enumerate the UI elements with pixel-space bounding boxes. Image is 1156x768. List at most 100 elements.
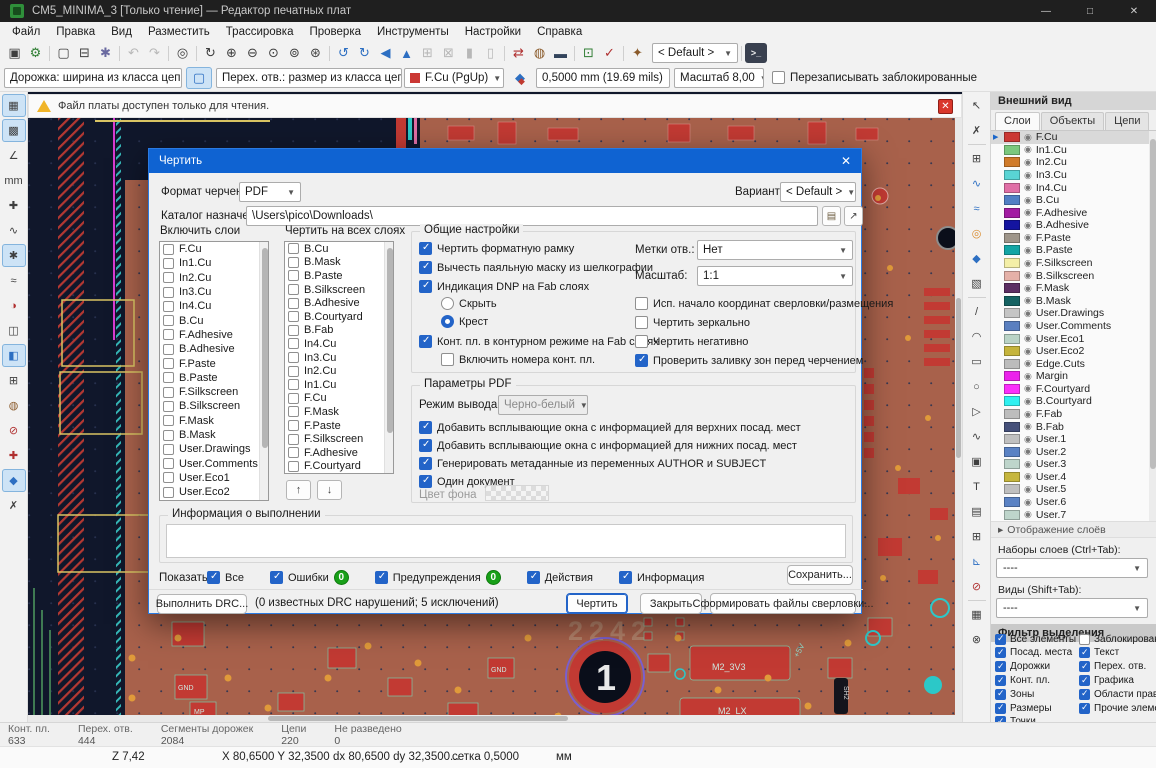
layer-row[interactable]: ▶ ◉ F.Fab (991, 408, 1149, 421)
layer-color-swatch[interactable] (1004, 308, 1020, 318)
zoom-select[interactable]: Масштаб 8,00▼ (674, 68, 764, 88)
layer-color-swatch[interactable] (1004, 472, 1020, 482)
layer-color-swatch[interactable] (1004, 271, 1020, 281)
layer-color-swatch[interactable] (1004, 170, 1020, 180)
layer-row[interactable]: ▶ ◉ B.Fab (991, 420, 1149, 433)
layer-row[interactable]: ▶ ◉ F.Adhesive (991, 206, 1149, 219)
mirror-button[interactable]: ▲ (396, 43, 417, 63)
layer-color-swatch[interactable] (1004, 359, 1020, 369)
layer-checkbox-row[interactable]: User.Drawings (160, 442, 268, 456)
layer-checkbox-row[interactable]: In2.Cu (285, 364, 393, 378)
layer-row[interactable]: ▶ ◉ User.4 (991, 471, 1149, 484)
rotate-cw-button[interactable]: ↻ (354, 43, 375, 63)
dnp-indication-checkbox[interactable]: Индикация DNP на Fab слоях (419, 280, 589, 293)
layer-checkbox-row[interactable]: B.Cu (285, 242, 393, 256)
layer-color-swatch[interactable] (1004, 258, 1020, 268)
layer-checkbox-row[interactable]: In2.Cu (160, 271, 268, 285)
grid-overrides-toggle[interactable]: ▩ (2, 119, 26, 142)
dim-layers-toggle[interactable]: ◫ (2, 319, 26, 342)
include-layers-list[interactable]: F.Cu In1.Cu In2.Cu In3.Cu In4.Cu B.Cu F.… (159, 241, 269, 501)
layer-row[interactable]: ▶ ◉ User.6 (991, 496, 1149, 509)
sketch-pads-checkbox[interactable]: Конт. пл. в контурном режиме на Fab слоя… (419, 335, 659, 348)
layer-display-options[interactable]: ▸ Отображение слоёв (991, 521, 1156, 538)
draw-bezier-tool[interactable]: ∿ (965, 425, 989, 448)
via-size-select[interactable]: Перех. отв.: размер из класса цепей▼ (216, 68, 402, 88)
layer-checkbox-row[interactable]: User.Comments (160, 456, 268, 470)
layer-color-swatch[interactable] (1004, 434, 1020, 444)
layers-list[interactable]: ▶ ◉ F.Cu ▶ ◉ In1.Cu ▶ ◉ In2.Cu ▶ ◉ In3.C… (991, 131, 1149, 521)
layer-color-swatch[interactable] (1004, 346, 1020, 356)
update-pcb-button[interactable]: ⊡ (578, 43, 599, 63)
layer-color-swatch[interactable] (1004, 283, 1020, 293)
local-ratsnest-tool[interactable]: ✗ (965, 119, 989, 142)
layer-color-swatch[interactable] (1004, 183, 1020, 193)
filter-checkbox[interactable]: Области правил (1079, 688, 1155, 700)
plot-frame-checkbox[interactable]: Чертить форматную рамку (419, 242, 574, 255)
layer-row[interactable]: ▶ ◉ User.3 (991, 458, 1149, 471)
layer-color-swatch[interactable] (1004, 371, 1020, 381)
layer-color-swatch[interactable] (1004, 132, 1020, 142)
net-color-mode-toggle[interactable]: ◑ (2, 294, 26, 317)
select-tool[interactable]: ↖ (965, 94, 989, 117)
variant-select[interactable]: < Default > ▼ (652, 43, 738, 63)
presets-select[interactable]: ----▼ (996, 558, 1148, 578)
canvas-vertical-scrollbar[interactable] (955, 118, 962, 722)
generate-drill-files-button[interactable]: Сформировать файлы сверловки... (710, 593, 856, 614)
layer-row[interactable]: ▶ ◉ B.Courtyard (991, 395, 1149, 408)
layer-row[interactable]: ▶ ◉ F.Courtyard (991, 383, 1149, 396)
high-contrast-toggle[interactable]: ◧ (2, 344, 26, 367)
mirror-plot-checkbox[interactable]: Чертить зеркально (635, 316, 750, 329)
layer-checkbox-row[interactable]: B.Silkscreen (285, 283, 393, 297)
layer-row[interactable]: ▶ ◉ F.Cu (991, 131, 1149, 144)
menu-item[interactable]: Разместить (140, 26, 218, 38)
draw-line-tool[interactable]: / (965, 300, 989, 323)
filter-checkbox[interactable]: Заблокированные (1079, 633, 1155, 645)
visibility-eye-icon[interactable]: ◉ (1024, 295, 1032, 306)
grid-visibility-toggle[interactable]: ▦ (2, 94, 26, 117)
appearance-tab[interactable]: Цепи (1105, 112, 1149, 130)
run-drc-button[interactable]: Выполнить DRC... (157, 594, 247, 614)
filter-checkbox[interactable]: Конт. пл. (995, 674, 1079, 686)
layer-presentation-toggle[interactable]: ◆ (2, 469, 26, 492)
zoom-selection-button[interactable]: ⊛ (305, 43, 326, 63)
layer-color-swatch[interactable] (1004, 497, 1020, 507)
switch-to-schematic-button[interactable]: ⇄ (508, 43, 529, 63)
plot-on-all-list[interactable]: B.Cu B.Mask B.Paste B.Silkscreen B.Adhes… (284, 241, 394, 474)
filter-checkbox[interactable]: Посад. места (995, 647, 1079, 659)
layer-color-swatch[interactable] (1004, 447, 1020, 457)
drill-origin-tool[interactable]: ⊗ (965, 628, 989, 651)
place-image-tool[interactable]: ▣ (965, 450, 989, 473)
layer-row[interactable]: ▶ ◉ In3.Cu (991, 169, 1149, 182)
unlock-button[interactable]: ▯ (480, 43, 501, 63)
layer-row[interactable]: ▶ ◉ B.Mask (991, 295, 1149, 308)
layer-row[interactable]: ▶ ◉ Edge.Cuts (991, 357, 1149, 370)
menu-item[interactable]: Файл (4, 26, 48, 38)
menu-item[interactable]: Правка (48, 26, 103, 38)
place-footprint-tool[interactable]: ⊞ (965, 147, 989, 170)
draw-zone-tool[interactable]: ◆ (965, 247, 989, 270)
menu-item[interactable]: Проверка (301, 26, 369, 38)
layer-color-swatch[interactable] (1004, 384, 1020, 394)
layer-checkbox-row[interactable]: F.Cu (285, 392, 393, 406)
outdir-input[interactable] (246, 206, 818, 226)
maximize-icon[interactable]: □ (1068, 0, 1112, 22)
visibility-eye-icon[interactable]: ◉ (1024, 232, 1032, 243)
scripting-console-button[interactable]: >_ (745, 43, 767, 63)
layer-color-swatch[interactable] (1004, 510, 1020, 520)
visibility-eye-icon[interactable]: ◉ (1024, 144, 1032, 155)
output-mode-select[interactable]: Черно-белый▼ (498, 395, 588, 415)
visibility-eye-icon[interactable]: ◉ (1024, 358, 1032, 369)
visibility-eye-icon[interactable]: ◉ (1024, 220, 1032, 231)
move-up-button[interactable]: ↑ (286, 480, 311, 500)
layer-checkbox-row[interactable]: B.Fab (285, 324, 393, 338)
layer-checkbox-row[interactable]: B.Adhesive (160, 342, 268, 356)
messages-output[interactable] (166, 524, 846, 558)
viewports-select[interactable]: ----▼ (996, 598, 1148, 618)
redo-button[interactable]: ↷ (144, 43, 165, 63)
open-folder-button[interactable]: ↗ (844, 206, 863, 226)
visibility-eye-icon[interactable]: ◉ (1024, 434, 1032, 445)
layer-row[interactable]: ▶ ◉ F.Paste (991, 232, 1149, 245)
flip-board-button[interactable]: ◀ (375, 43, 396, 63)
visibility-eye-icon[interactable]: ◉ (1024, 245, 1032, 256)
browse-folder-button[interactable]: ▤ (822, 206, 841, 226)
